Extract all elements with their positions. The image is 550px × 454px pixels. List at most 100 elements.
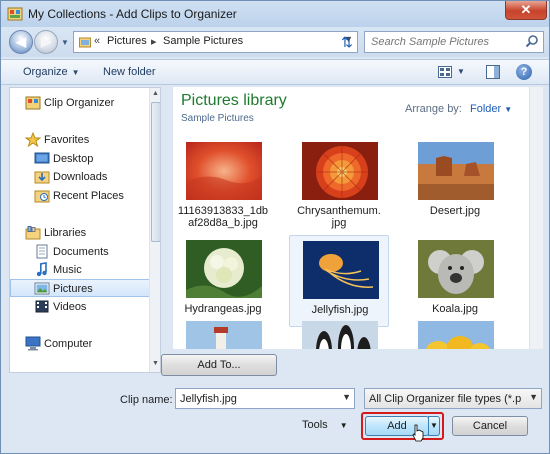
file-name: Jellyfish.jpg bbox=[311, 304, 369, 316]
star-icon bbox=[25, 132, 41, 147]
breadcrumb-pictures[interactable]: Pictures bbox=[107, 35, 147, 47]
file-type-dropdown[interactable]: All Clip Organizer file types (*.p ▼ bbox=[364, 388, 542, 409]
file-item[interactable]: Hydrangeas.jpg bbox=[173, 235, 273, 327]
file-item[interactable]: Koala.jpg bbox=[405, 235, 505, 327]
clip-name-label: Clip name: bbox=[120, 394, 173, 406]
file-item-selected[interactable]: Jellyfish.jpg bbox=[289, 235, 389, 327]
pictures-icon bbox=[34, 282, 50, 295]
sidebar-item-label: Desktop bbox=[53, 153, 94, 165]
sidebar-item-documents[interactable]: Documents bbox=[10, 243, 150, 261]
file-item[interactable] bbox=[289, 316, 389, 349]
arrange-by-value: Folder bbox=[470, 103, 502, 115]
address-bar[interactable]: « Pictures ▸ Sample Pictures ▼ bbox=[73, 31, 358, 53]
file-name: 11163913833_1db af28d8a_b.jpg bbox=[177, 205, 269, 229]
file-item[interactable] bbox=[173, 316, 273, 349]
scrollbar-thumb[interactable] bbox=[151, 102, 160, 242]
search-icon[interactable] bbox=[525, 34, 539, 48]
change-view-icon[interactable] bbox=[438, 66, 452, 78]
breadcrumb-separator-icon[interactable]: ▸ bbox=[151, 35, 157, 48]
preview-pane-icon[interactable] bbox=[486, 65, 500, 79]
sidebar-item-pictures[interactable]: Pictures bbox=[10, 279, 150, 297]
sidebar-item-label: Clip Organizer bbox=[44, 97, 115, 109]
refresh-button[interactable]: ⇅ bbox=[338, 33, 356, 51]
recent-pages-dropdown[interactable]: ▼ bbox=[61, 38, 69, 47]
sidebar-item-music[interactable]: Music bbox=[10, 261, 150, 279]
scroll-up-icon[interactable]: ▲ bbox=[152, 90, 159, 97]
navigation-scrollbar[interactable]: ▲ ▼ bbox=[149, 88, 160, 372]
hand-cursor-icon bbox=[412, 424, 424, 442]
sidebar-item-label: Documents bbox=[53, 246, 109, 258]
command-bar: Organize ▼ New folder ▼ ? bbox=[1, 59, 549, 85]
chevron-down-icon: ▼ bbox=[430, 421, 438, 430]
file-item[interactable] bbox=[405, 316, 505, 349]
chevron-down-icon: ▼ bbox=[504, 105, 513, 114]
close-button[interactable]: ✕ bbox=[505, 1, 547, 20]
sidebar-item-label: Recent Places bbox=[53, 190, 124, 202]
organize-menu[interactable]: Organize ▼ bbox=[23, 66, 80, 78]
file-name: Koala.jpg bbox=[432, 303, 478, 315]
organize-label: Organize bbox=[23, 66, 68, 78]
clip-organizer-icon bbox=[25, 96, 41, 110]
sidebar-item-label: Computer bbox=[44, 338, 93, 350]
window-title: My Collections - Add Clips to Organizer bbox=[28, 7, 237, 21]
file-type-value: All Clip Organizer file types (*.p bbox=[369, 393, 521, 405]
sidebar-item-label: Music bbox=[53, 264, 82, 276]
sidebar-item-recent-places[interactable]: Recent Places bbox=[10, 187, 150, 205]
file-item[interactable]: 11163913833_1db af28d8a_b.jpg bbox=[173, 137, 273, 229]
videos-icon bbox=[35, 300, 49, 313]
back-arrow-icon: ◀ bbox=[16, 34, 26, 49]
breadcrumb-overflow-icon[interactable]: « bbox=[94, 35, 100, 47]
clip-organizer-app-icon bbox=[7, 7, 23, 21]
help-icon[interactable]: ? bbox=[516, 64, 532, 80]
back-button[interactable]: ◀ bbox=[9, 30, 33, 54]
downloads-folder-icon bbox=[34, 171, 50, 184]
chevron-down-icon: ▼ bbox=[71, 68, 80, 77]
clip-name-input[interactable] bbox=[176, 389, 334, 408]
file-item[interactable]: Chrysanthemum. jpg bbox=[289, 137, 389, 229]
chevron-down-icon: ▼ bbox=[61, 38, 69, 47]
navigation-pane: Clip Organizer Favorites Desktop Downloa… bbox=[9, 87, 161, 373]
sidebar-item-clip-organizer[interactable]: Clip Organizer bbox=[10, 94, 150, 112]
chevron-down-icon[interactable]: ▼ bbox=[342, 392, 351, 402]
title-bar: My Collections - Add Clips to Organizer … bbox=[1, 1, 549, 27]
chevron-down-icon: ▼ bbox=[529, 392, 538, 402]
search-input[interactable] bbox=[365, 32, 515, 52]
photo-thumbnail bbox=[186, 321, 262, 349]
photo-thumbnail bbox=[186, 240, 262, 298]
sidebar-item-computer[interactable]: Computer bbox=[10, 335, 150, 353]
sidebar-item-videos[interactable]: Videos bbox=[10, 298, 150, 316]
file-name: Desert.jpg bbox=[429, 205, 481, 217]
libraries-icon bbox=[25, 226, 41, 240]
cancel-button[interactable]: Cancel bbox=[452, 416, 528, 436]
sidebar-item-label: Libraries bbox=[44, 227, 87, 239]
sidebar-item-label: Videos bbox=[53, 301, 87, 313]
sidebar-item-downloads[interactable]: Downloads bbox=[10, 168, 150, 186]
arrange-by-dropdown[interactable]: Folder ▼ bbox=[470, 103, 512, 115]
view-options-dropdown-icon[interactable]: ▼ bbox=[457, 67, 465, 76]
search-box[interactable] bbox=[364, 31, 544, 53]
add-options-dropdown[interactable]: ▼ bbox=[428, 416, 440, 436]
sidebar-item-libraries[interactable]: Libraries bbox=[10, 224, 150, 242]
sidebar-item-label: Downloads bbox=[53, 171, 108, 183]
library-title: Pictures library bbox=[181, 92, 287, 109]
new-folder-button[interactable]: New folder bbox=[103, 66, 156, 78]
pictures-folder-icon bbox=[79, 37, 91, 48]
forward-button[interactable]: ▶ bbox=[34, 30, 58, 54]
navigation-bar: ◀ ▶ ▼ « Pictures ▸ Sample Pictures ▼ ⇅ bbox=[1, 27, 549, 57]
scroll-down-icon[interactable]: ▼ bbox=[152, 360, 159, 367]
dialog-window: My Collections - Add Clips to Organizer … bbox=[0, 0, 550, 454]
clip-name-combobox[interactable]: ▼ bbox=[175, 388, 355, 409]
chevron-down-icon: ▼ bbox=[339, 421, 348, 430]
photo-thumbnail bbox=[418, 321, 494, 349]
forward-arrow-icon: ▶ bbox=[41, 34, 51, 49]
add-to-button[interactable]: Add To... bbox=[161, 354, 277, 376]
photo-thumbnail bbox=[302, 321, 378, 349]
close-icon: ✕ bbox=[520, 2, 532, 17]
file-item[interactable]: Desert.jpg bbox=[405, 137, 505, 229]
breadcrumb-sample-pictures[interactable]: Sample Pictures bbox=[163, 35, 243, 47]
file-list-scrollbar[interactable] bbox=[529, 87, 543, 349]
desktop-icon bbox=[34, 152, 50, 164]
tools-menu[interactable]: Tools ▼ bbox=[302, 419, 348, 431]
sidebar-item-desktop[interactable]: Desktop bbox=[10, 150, 150, 168]
sidebar-item-favorites[interactable]: Favorites bbox=[10, 131, 150, 149]
